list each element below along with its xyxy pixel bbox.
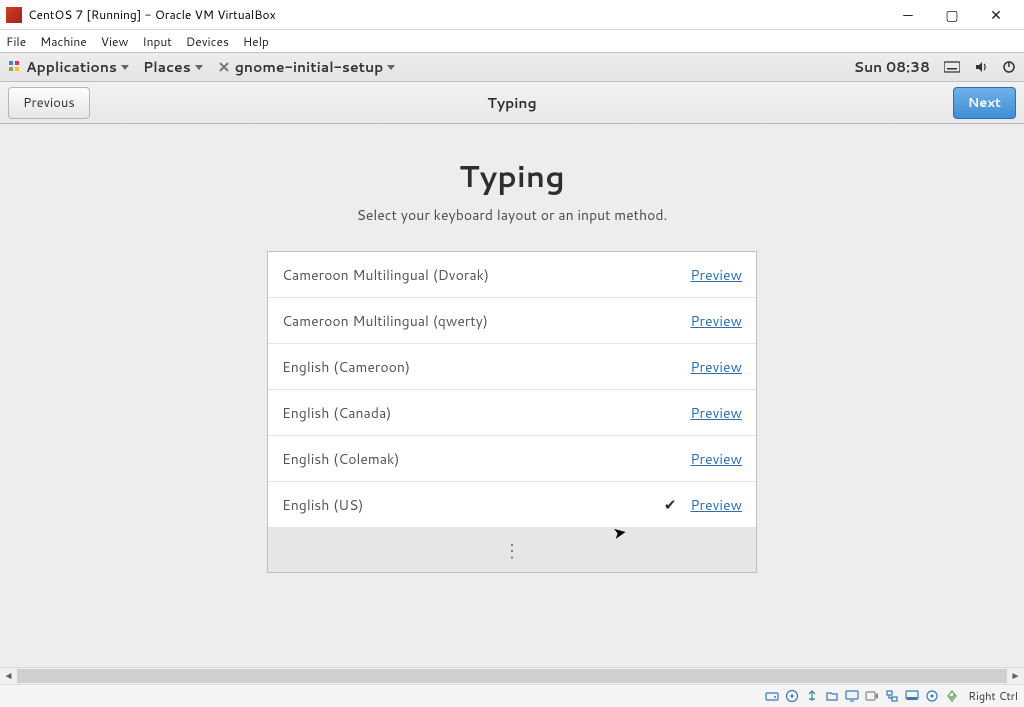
volume-icon[interactable] — [974, 60, 988, 74]
layout-label: Cameroon Multilingual (qwerty) — [282, 311, 488, 331]
scroll-left-button[interactable]: ◄ — [0, 668, 17, 685]
menu-devices[interactable]: Devices — [186, 33, 229, 50]
maximize-button[interactable]: ▢ — [930, 1, 974, 29]
host-key-label: Right Ctrl — [968, 688, 1018, 704]
next-button[interactable]: Next — [953, 87, 1016, 119]
menu-help[interactable]: Help — [243, 33, 269, 50]
layout-label: English (Colemak) — [282, 449, 399, 469]
preview-link[interactable]: Preview — [690, 449, 742, 469]
layout-row[interactable]: Cameroon Multilingual (qwerty) Preview — [268, 298, 756, 344]
applications-menu[interactable]: Applications — [8, 57, 129, 77]
more-layouts-button[interactable]: ⋮ — [268, 528, 756, 572]
layout-row[interactable]: English (Cameroon) Preview — [268, 344, 756, 390]
dots-icon: ⋮ — [503, 548, 521, 552]
layout-row[interactable]: English (Canada) Preview — [268, 390, 756, 436]
keyboard-capture-icon[interactable] — [944, 688, 960, 704]
layout-label: English (US) — [282, 495, 363, 515]
preview-link[interactable]: Preview — [690, 495, 742, 515]
scroll-track[interactable] — [17, 668, 1007, 684]
layout-row[interactable]: English (Colemak) Preview — [268, 436, 756, 482]
chevron-down-icon — [195, 65, 203, 70]
layout-label: English (Cameroon) — [282, 357, 410, 377]
previous-button[interactable]: Previous — [8, 87, 90, 119]
window-title: CentOS 7 [Running] - Oracle VM VirtualBo… — [28, 6, 276, 23]
keyboard-icon[interactable] — [944, 61, 960, 73]
display-icon[interactable] — [844, 688, 860, 704]
gnome-topbar: Applications Places gnome-initial-setup … — [0, 52, 1024, 82]
layout-row[interactable]: English (US) ✔ Preview — [268, 482, 756, 528]
menu-view[interactable]: View — [101, 33, 129, 50]
vbox-menubar: File Machine View Input Devices Help — [0, 30, 1024, 52]
layout-label: English (Canada) — [282, 403, 391, 423]
vbox-statusbar: Right Ctrl — [0, 684, 1024, 707]
layout-row[interactable]: Cameroon Multilingual (Dvorak) Preview — [268, 252, 756, 298]
hdd-icon[interactable] — [764, 688, 780, 704]
preview-link[interactable]: Preview — [690, 265, 742, 285]
scroll-right-button[interactable]: ► — [1007, 668, 1024, 685]
layout-label: Cameroon Multilingual (Dvorak) — [282, 265, 489, 285]
activities-icon — [8, 60, 22, 74]
clock[interactable]: Sun 08:38 — [854, 57, 930, 77]
scroll-thumb[interactable] — [17, 669, 1007, 683]
places-label: Places — [143, 57, 191, 77]
network-icon[interactable] — [884, 688, 900, 704]
window-titlebar: CentOS 7 [Running] - Oracle VM VirtualBo… — [0, 0, 1024, 30]
keyboard-layout-list: Cameroon Multilingual (Dvorak) Preview C… — [267, 251, 757, 573]
preview-link[interactable]: Preview — [690, 403, 742, 423]
preview-link[interactable]: Preview — [690, 311, 742, 331]
chevron-down-icon — [387, 65, 395, 70]
audio-icon[interactable] — [904, 688, 920, 704]
close-button[interactable]: ✕ — [974, 1, 1018, 29]
app-menu[interactable]: gnome-initial-setup — [217, 57, 396, 77]
virtualbox-icon — [6, 7, 22, 23]
places-menu[interactable]: Places — [143, 57, 203, 77]
chevron-down-icon — [121, 65, 129, 70]
menu-file[interactable]: File — [6, 33, 26, 50]
shared-folder-icon[interactable] — [824, 688, 840, 704]
minimize-button[interactable]: — — [886, 1, 930, 29]
app-menu-label: gnome-initial-setup — [235, 57, 384, 77]
check-icon: ✔ — [664, 494, 677, 515]
optical-icon[interactable] — [784, 688, 800, 704]
window-controls: — ▢ ✕ — [886, 1, 1018, 29]
recording-icon[interactable] — [864, 688, 880, 704]
applications-label: Applications — [26, 57, 117, 77]
power-icon[interactable] — [1002, 60, 1016, 74]
headerbar-title: Typing — [487, 93, 536, 113]
headerbar: Previous Typing Next — [0, 82, 1024, 124]
content-area: Typing Select your keyboard layout or an… — [0, 124, 1024, 672]
mouse-integration-icon[interactable] — [924, 688, 940, 704]
horizontal-scrollbar[interactable]: ◄ ► — [0, 667, 1024, 684]
preview-link[interactable]: Preview — [690, 357, 742, 377]
page-title: Typing — [459, 154, 565, 197]
usb-icon[interactable] — [804, 688, 820, 704]
page-subtitle: Select your keyboard layout or an input … — [357, 205, 668, 225]
menu-machine[interactable]: Machine — [40, 33, 87, 50]
menu-input[interactable]: Input — [142, 33, 172, 50]
settings-icon — [217, 60, 231, 74]
